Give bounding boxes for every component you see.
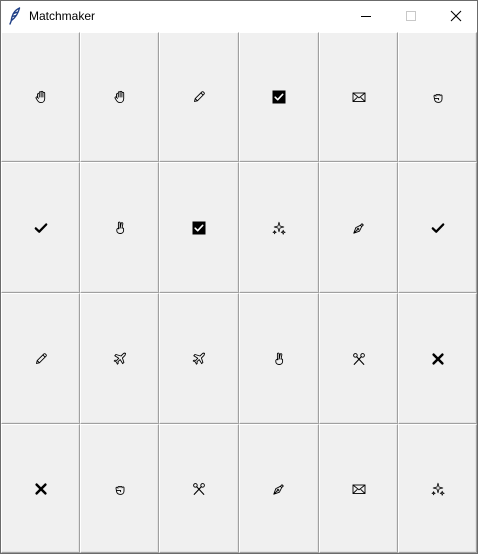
card-tile[interactable] (239, 32, 319, 162)
card-tile[interactable] (398, 32, 477, 162)
card-tile[interactable] (159, 32, 239, 162)
card-tile[interactable] (1, 32, 80, 162)
scissors-icon (352, 352, 365, 365)
minimize-icon (361, 16, 371, 17)
maximize-icon (406, 11, 416, 21)
window-title: Matchmaker (29, 9, 96, 23)
app-window: Matchmaker (0, 0, 478, 554)
checkbox-checked-icon (272, 90, 286, 104)
card-tile[interactable] (159, 162, 239, 293)
card-tile[interactable] (1, 293, 80, 424)
fist-icon (115, 485, 124, 495)
card-tile[interactable] (159, 424, 239, 553)
card-tile[interactable] (319, 32, 398, 162)
scissors-icon (193, 482, 205, 495)
cross-mark-icon (34, 482, 47, 495)
airplane-icon (113, 352, 126, 365)
victory-hand-icon (275, 352, 284, 365)
raised-hand-icon (35, 90, 45, 104)
airplane-icon (192, 352, 206, 365)
card-tile[interactable] (1, 162, 80, 293)
close-icon (450, 10, 462, 22)
title-bar[interactable]: Matchmaker (1, 1, 477, 32)
card-tile[interactable] (1, 424, 80, 553)
card-tile[interactable] (319, 424, 398, 553)
card-tile[interactable] (398, 162, 477, 293)
card-tile[interactable] (319, 162, 398, 293)
card-tile[interactable] (80, 424, 159, 553)
envelope-icon (352, 92, 365, 102)
pencil-icon (35, 352, 47, 364)
sparkles-icon (272, 221, 286, 235)
card-tile[interactable] (398, 424, 477, 553)
cross-mark-icon (431, 352, 444, 365)
card-tile[interactable] (80, 162, 159, 293)
card-tile[interactable] (398, 293, 477, 424)
feather-icon (9, 7, 21, 25)
pen-nib-icon (273, 483, 284, 495)
pencil-icon (194, 91, 205, 102)
card-tile[interactable] (159, 293, 239, 424)
card-tile[interactable] (239, 162, 319, 293)
card-tile[interactable] (80, 293, 159, 424)
minimize-button[interactable] (344, 1, 389, 32)
check-mark-icon (431, 222, 444, 233)
close-button[interactable] (433, 1, 477, 32)
sparkles-icon (431, 482, 445, 496)
card-tile[interactable] (80, 32, 159, 162)
fist-icon (433, 93, 442, 103)
card-tile[interactable] (239, 424, 319, 553)
maximize-button[interactable] (389, 1, 434, 32)
pen-nib-icon (352, 222, 364, 234)
card-tile[interactable] (239, 293, 319, 424)
envelope-icon (352, 484, 365, 494)
victory-hand-icon (115, 221, 124, 234)
check-mark-icon (34, 222, 47, 233)
card-grid (1, 32, 477, 553)
checkbox-checked-icon (192, 221, 206, 234)
raised-hand-icon (114, 90, 124, 104)
card-tile[interactable] (319, 293, 398, 424)
